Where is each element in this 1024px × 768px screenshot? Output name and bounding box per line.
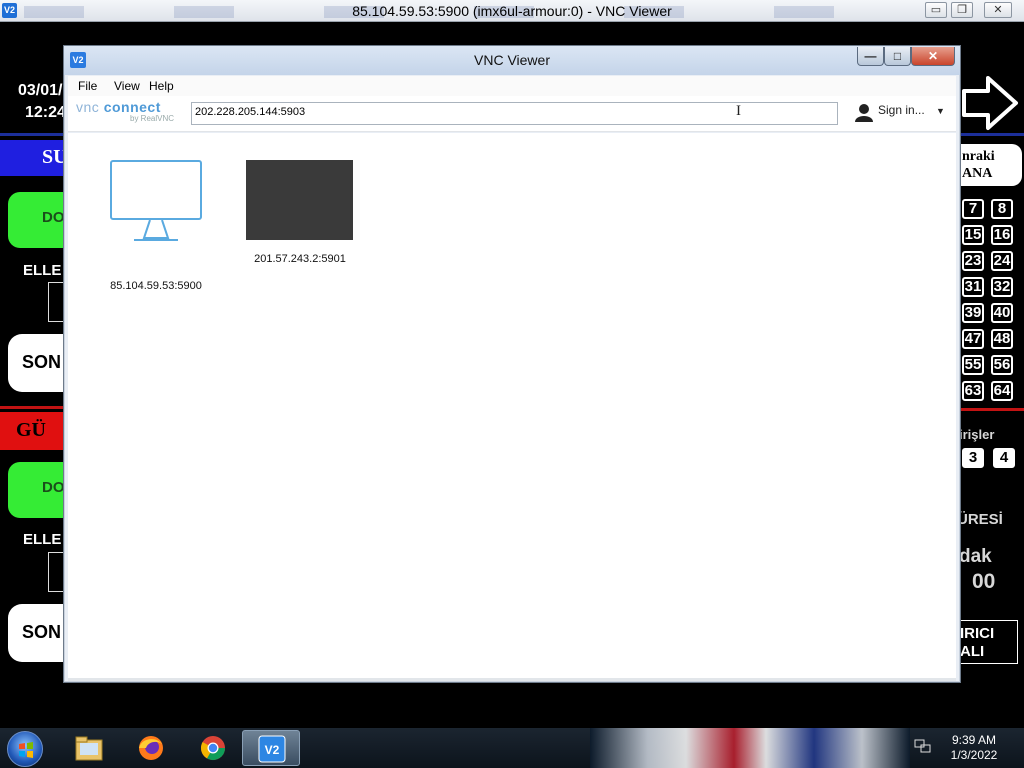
remote-label: ELLE: [23, 531, 62, 548]
minimize-button[interactable]: —: [857, 47, 884, 66]
minutes-label: dak: [959, 546, 992, 567]
number-cell: 48: [991, 329, 1013, 349]
remote-white-button[interactable]: SON: [8, 334, 68, 392]
vnc-viewer-window: V2 VNC Viewer — □ ✕ File View Help vnc c…: [63, 45, 961, 683]
input-indicator: 4: [993, 448, 1015, 468]
time-value: 00: [972, 570, 996, 593]
start-orb[interactable]: [7, 731, 43, 767]
outer-window-title: 85.104.59.53:5900 (imx6ul-armour:0) - VN…: [352, 3, 672, 19]
taskbar: V2 9:39 AM 1/3/2022: [0, 728, 1024, 768]
number-cell: 24: [991, 251, 1013, 271]
number-cell: 7: [962, 199, 984, 219]
system-clock[interactable]: 9:39 AM 1/3/2022: [940, 733, 1008, 763]
next-arrow-icon[interactable]: [960, 74, 1020, 137]
number-cell: 15: [962, 225, 984, 245]
user-icon[interactable]: [854, 102, 874, 122]
remote-red-banner: GÜ: [0, 412, 68, 450]
firefox-icon[interactable]: [122, 730, 180, 766]
number-cell: 32: [991, 277, 1013, 297]
divider: [0, 406, 70, 409]
vnc-connect-logo: vnc connect by RealVNC: [76, 99, 175, 123]
number-cell: 39: [962, 303, 984, 323]
remote-date: 03/01/: [18, 82, 63, 99]
connection-label: 85.104.59.53:5900: [110, 280, 202, 292]
toolbar: vnc connect by RealVNC 202.228.205.144:5…: [68, 96, 956, 132]
number-cell: 16: [991, 225, 1013, 245]
connection-tile[interactable]: 85.104.59.53:5900: [110, 160, 202, 292]
number-cell: 31: [962, 277, 984, 297]
sign-in-button[interactable]: Sign in... ▼: [878, 103, 945, 117]
remote-white-button[interactable]: SON: [8, 604, 68, 662]
chevron-down-icon: ▼: [936, 106, 945, 116]
wallpaper-banner: [590, 728, 910, 768]
input-indicator: 3: [962, 448, 984, 468]
menu-file[interactable]: File: [78, 79, 97, 93]
number-cell: 63: [962, 381, 984, 401]
menu-help[interactable]: Help: [149, 79, 174, 93]
restore-button[interactable]: ❐: [951, 2, 973, 18]
svg-text:V2: V2: [265, 743, 280, 757]
monitor-icon: [110, 160, 202, 241]
maximize-button[interactable]: □: [884, 47, 911, 66]
divider: [0, 133, 70, 136]
menu-view[interactable]: View: [114, 79, 140, 93]
number-cell: 23: [962, 251, 984, 271]
address-book: 85.104.59.53:5900 201.57.243.2:5901: [68, 133, 956, 678]
remote-label: ELLE: [23, 262, 62, 279]
connection-thumbnail: [246, 160, 353, 240]
close-button[interactable]: ✕: [984, 2, 1012, 18]
remote-box[interactable]: IRICI ALI: [958, 620, 1018, 664]
remote-green-button[interactable]: DO: [8, 462, 68, 518]
number-cell: 47: [962, 329, 984, 349]
network-icon[interactable]: [914, 739, 932, 755]
close-button[interactable]: ✕: [911, 47, 955, 66]
number-cell: 8: [991, 199, 1013, 219]
menu-bar: File View Help: [68, 76, 956, 96]
vnc-window-titlebar[interactable]: V2 VNC Viewer — □ ✕: [64, 46, 960, 75]
vnc-window-title: VNC Viewer: [474, 52, 550, 68]
number-cell: 40: [991, 303, 1013, 323]
next-label: nraki ANA: [958, 144, 1022, 186]
number-cell: 64: [991, 381, 1013, 401]
chrome-icon[interactable]: [184, 730, 242, 766]
minimize-button[interactable]: ▭: [925, 2, 947, 18]
remote-time: 12:24: [25, 104, 66, 121]
remote-blue-banner: SU: [0, 140, 68, 176]
divider: [958, 408, 1024, 411]
status-strip: [68, 678, 956, 681]
outer-window-titlebar[interactable]: V2 85.104.59.53:5900 (imx6ul-armour:0) -…: [0, 0, 1024, 22]
remote-green-button[interactable]: DO: [8, 192, 68, 248]
file-explorer-icon[interactable]: [60, 730, 118, 766]
text-cursor-icon: I: [736, 103, 741, 119]
vnc-viewer-icon[interactable]: V2: [242, 730, 300, 766]
number-cell: 55: [962, 355, 984, 375]
connection-label: 201.57.243.2:5901: [254, 253, 346, 265]
duration-label: ÜRESİ: [957, 511, 1003, 528]
inputs-label: irişler: [959, 427, 995, 442]
number-cell: 56: [991, 355, 1013, 375]
